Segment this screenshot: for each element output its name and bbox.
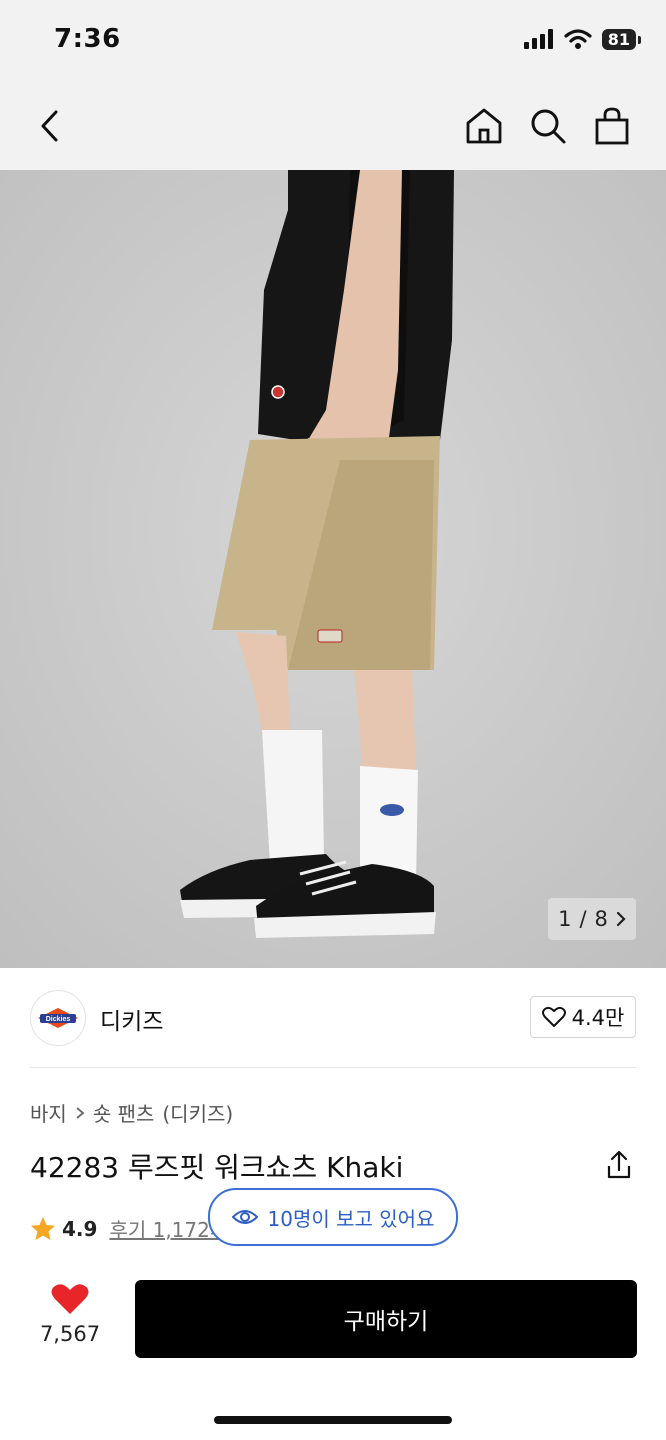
signal-icon <box>523 29 553 49</box>
divider <box>30 1067 636 1068</box>
nav-bar <box>0 82 666 170</box>
search-icon <box>531 109 566 144</box>
brand-like-button[interactable]: 4.4만 <box>530 996 636 1038</box>
star-icon <box>31 1216 55 1240</box>
chevron-right-icon <box>76 1106 85 1119</box>
bottom-action-bar: 7,567 구매하기 <box>0 1268 666 1378</box>
breadcrumb: 바지 숏 팬츠 (디키즈) <box>30 1098 233 1127</box>
wishlist-button[interactable]: 7,567 <box>30 1282 110 1346</box>
chevron-right-icon <box>616 911 626 927</box>
shopping-bag-icon <box>595 107 629 145</box>
breadcrumb-brand[interactable]: (디키즈) <box>162 1098 233 1127</box>
viewers-badge: 10명이 보고 있어요 <box>208 1188 458 1246</box>
brand-logo[interactable]: Dickies <box>30 990 86 1046</box>
share-button[interactable] <box>602 1148 636 1182</box>
chevron-left-icon <box>41 110 58 142</box>
breadcrumb-category[interactable]: 바지 <box>30 1098 67 1127</box>
home-button[interactable] <box>460 102 508 150</box>
wifi-icon <box>564 29 592 49</box>
viewers-text: 10명이 보고 있어요 <box>267 1206 435 1231</box>
search-button[interactable] <box>524 102 572 150</box>
dickies-logo: Dickies <box>38 1008 78 1028</box>
share-icon <box>607 1150 631 1179</box>
rating-value: 4.9 <box>62 1216 98 1241</box>
breadcrumb-subcategory[interactable]: 숏 팬츠 <box>93 1098 155 1127</box>
brand-name[interactable]: 디키즈 <box>100 1002 163 1036</box>
product-photo <box>0 170 666 968</box>
heart-filled-icon <box>51 1284 89 1314</box>
eye-icon <box>231 1210 258 1224</box>
product-image[interactable]: 1 / 8 <box>0 170 666 968</box>
rating-row: 4.9 후기 1,172개 <box>30 1214 228 1243</box>
battery-indicator: 81 <box>601 28 642 50</box>
page-current: 1 <box>558 907 572 931</box>
status-bar: 7:36 81 <box>0 0 666 82</box>
home-indicator <box>214 1416 452 1424</box>
heart-outline-icon <box>541 1006 566 1027</box>
home-icon <box>466 108 502 144</box>
cart-button[interactable] <box>588 102 636 150</box>
page-separator: / <box>579 907 587 931</box>
status-icons: 81 <box>523 28 642 50</box>
product-title: 42283 루즈핏 워크쇼츠 Khaki <box>30 1151 404 1184</box>
back-button[interactable] <box>26 102 74 150</box>
buy-button[interactable]: 구매하기 <box>135 1280 637 1358</box>
brand-logo-text: Dickies <box>46 1016 71 1023</box>
brand-row: Dickies 디키즈 4.4만 <box>0 968 666 1068</box>
wishlist-count: 7,567 <box>39 1322 101 1346</box>
status-time: 7:36 <box>54 24 121 54</box>
brand-like-count: 4.4만 <box>571 1006 625 1030</box>
image-page-indicator[interactable]: 1 / 8 <box>548 898 636 940</box>
page-total: 8 <box>594 907 608 931</box>
